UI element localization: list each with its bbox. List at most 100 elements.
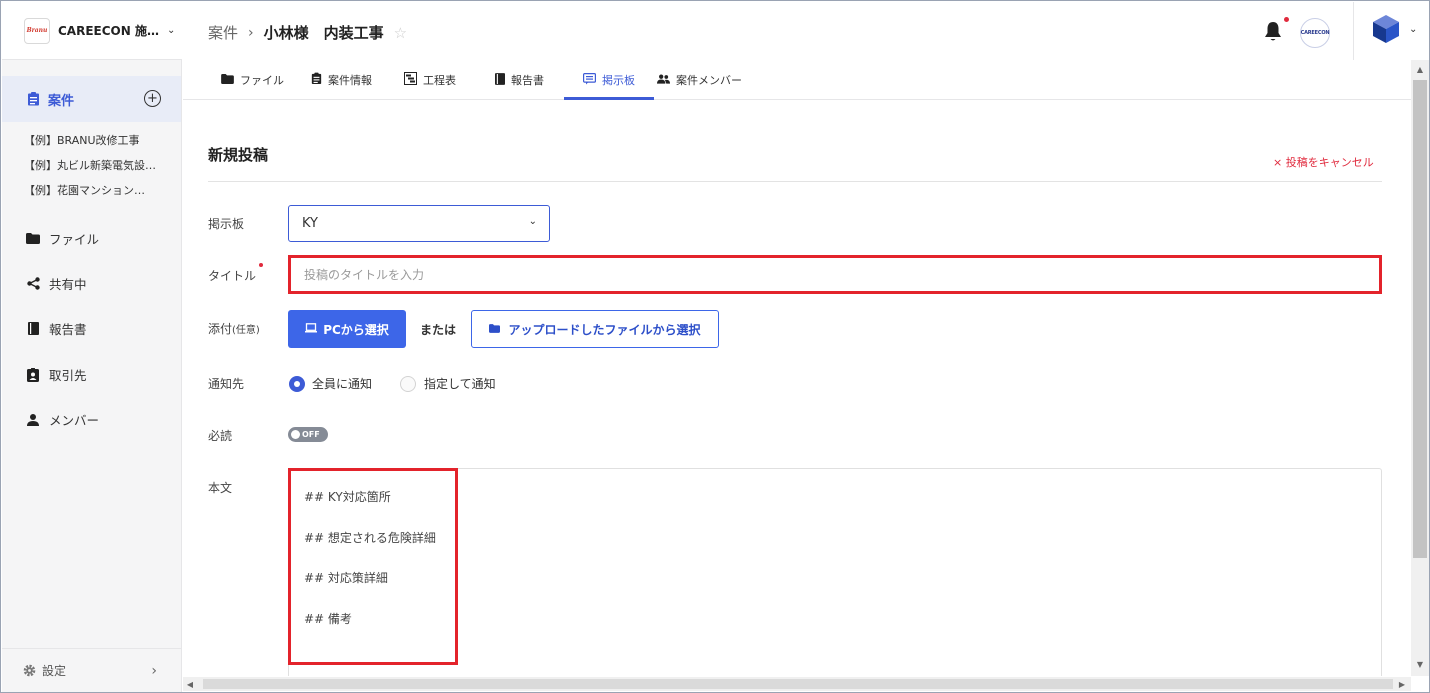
breadcrumb: 案件 › 小林様 内装工事 ☆ [208,22,407,43]
person-icon [26,413,40,427]
notify-all-radio[interactable] [289,376,305,392]
new-post-form: 新規投稿 × 投稿をキャンセル 掲示板 KY ⌄ タイトル 添付(任意) PCか… [183,100,1411,676]
sidebar-item-shared[interactable]: 共有中 [26,274,87,293]
folder-icon [221,73,234,87]
body-text-line: ## KY対応箇所 [304,490,391,504]
notify-specific-label[interactable]: 指定して通知 [424,375,496,392]
gear-icon [22,664,36,678]
tab-label: ファイル [240,74,284,87]
project-list-item[interactable]: 【例】丸ビル新築電気設… [24,157,156,182]
tab-project-info[interactable]: 案件情報 [311,60,372,100]
breadcrumb-parent[interactable]: 案件 [208,22,238,43]
section-title: 新規投稿 [208,146,269,164]
tab-schedule[interactable]: 工程表 [404,60,456,100]
group-icon [657,74,670,87]
board-label: 掲示板 [208,217,245,231]
or-separator: または [420,323,457,337]
sidebar-settings[interactable]: 設定 › [2,648,181,692]
chevron-down-icon: ⌄ [528,216,537,227]
header-divider [1353,2,1354,60]
title-label: タイトル [208,269,257,283]
sidebar-item-label: 報告書 [49,322,87,337]
toggle-state: OFF [302,430,320,439]
sidebar-item-label: ファイル [49,232,100,247]
brand-logo: Branu [24,17,50,44]
project-list-item[interactable]: 【例】花園マンション… [24,182,156,207]
sidebar-item-label: メンバー [49,413,100,428]
must-read-toggle[interactable]: OFF [288,427,328,442]
add-project-button[interactable]: + [144,90,161,107]
sidebar-item-clients[interactable]: 取引先 [26,365,87,384]
tab-message-board[interactable]: 掲示板 [583,60,635,100]
vertical-scrollbar[interactable]: ▲ ▼ [1411,60,1429,676]
scrollbar-thumb[interactable] [203,679,1393,689]
page-title: 小林様 内装工事 [263,24,384,42]
book-icon [495,72,505,88]
button-label: PCから選択 [323,322,389,337]
folder-icon [489,322,501,336]
sidebar-item-files[interactable]: ファイル [26,229,99,248]
tab-reports[interactable]: 報告書 [495,60,544,100]
tab-label: 掲示板 [602,74,635,87]
title-input[interactable] [288,255,1382,294]
project-list-item[interactable]: 【例】BRANU改修工事 [24,132,156,157]
section-divider [208,181,1382,182]
chevron-right-icon: › [151,662,157,679]
folder-icon [26,232,40,246]
workspace-switcher[interactable]: Branu CAREECON 施… ⌄ [2,2,182,60]
chevron-down-icon: ⌄ [166,25,176,36]
sidebar-item-label: 取引先 [49,368,87,383]
notify-all-label[interactable]: 全員に通知 [312,375,372,392]
settings-label: 設定 [42,664,67,678]
gantt-icon [404,72,417,88]
tab-files[interactable]: ファイル [221,60,284,100]
avatar[interactable]: CAREECON [1300,18,1330,48]
body-text-line: ## 想定される危険詳細 [304,531,436,545]
select-from-pc-button[interactable]: PCから選択 [288,310,406,348]
cancel-post-link[interactable]: × 投稿をキャンセル [1273,154,1374,170]
board-select[interactable]: KY ⌄ [288,205,550,242]
tab-label: 報告書 [511,74,544,87]
select-from-uploaded-button[interactable]: アップロードしたファイルから選択 [471,310,719,348]
required-indicator [259,263,263,267]
sidebar-item-reports[interactable]: 報告書 [26,319,87,338]
scroll-up-icon[interactable]: ▲ [1411,62,1429,76]
workspace-name: CAREECON 施… [58,24,159,38]
button-label: アップロードしたファイルから選択 [508,322,701,337]
app-window: Branu CAREECON 施… ⌄ 案件 + 【例】BRANU改修工事 【例… [0,0,1430,693]
body-text-line: ## 備考 [304,612,352,626]
notify-specific-radio[interactable] [400,376,416,392]
project-list: 【例】BRANU改修工事 【例】丸ビル新築電気設… 【例】花園マンション… [24,132,156,207]
breadcrumb-separator-icon: › [248,24,254,41]
attachment-label-text: 添付 [208,322,233,336]
sidebar-item-label: 共有中 [49,277,87,292]
optional-note: (任意) [232,325,260,336]
laptop-icon [305,322,318,336]
toggle-knob [291,430,300,439]
scrollbar-thumb[interactable] [1413,80,1427,558]
notification-dot [1284,17,1289,22]
tab-label: 工程表 [423,74,456,87]
body-label: 本文 [208,481,233,495]
tab-label: 案件メンバー [676,74,742,87]
attachment-label: 添付(任意) [208,320,260,337]
sidebar-item-members[interactable]: メンバー [26,410,99,429]
scroll-right-icon[interactable]: ▶ [1395,677,1409,691]
notification-bell-icon[interactable] [1263,21,1283,43]
scroll-left-icon[interactable]: ◀ [183,677,197,691]
tab-project-members[interactable]: 案件メンバー [657,60,742,100]
notify-label: 通知先 [208,377,245,391]
sidebar-item-label: 案件 [48,93,75,109]
tab-label: 案件情報 [328,74,372,87]
favorite-star-icon[interactable]: ☆ [394,24,407,42]
clipboard-icon [26,92,40,106]
chevron-down-icon[interactable]: ⌄ [1409,24,1417,35]
account-cube-icon[interactable] [1372,14,1400,44]
scroll-down-icon[interactable]: ▼ [1411,657,1429,671]
horizontal-scrollbar[interactable]: ◀ ▶ [183,677,1411,691]
sidebar-item-projects[interactable]: 案件 + [2,76,181,122]
book-icon [26,322,40,336]
badge-icon [26,367,40,382]
clipboard-icon [311,72,322,88]
board-select-value: KY [302,216,319,231]
